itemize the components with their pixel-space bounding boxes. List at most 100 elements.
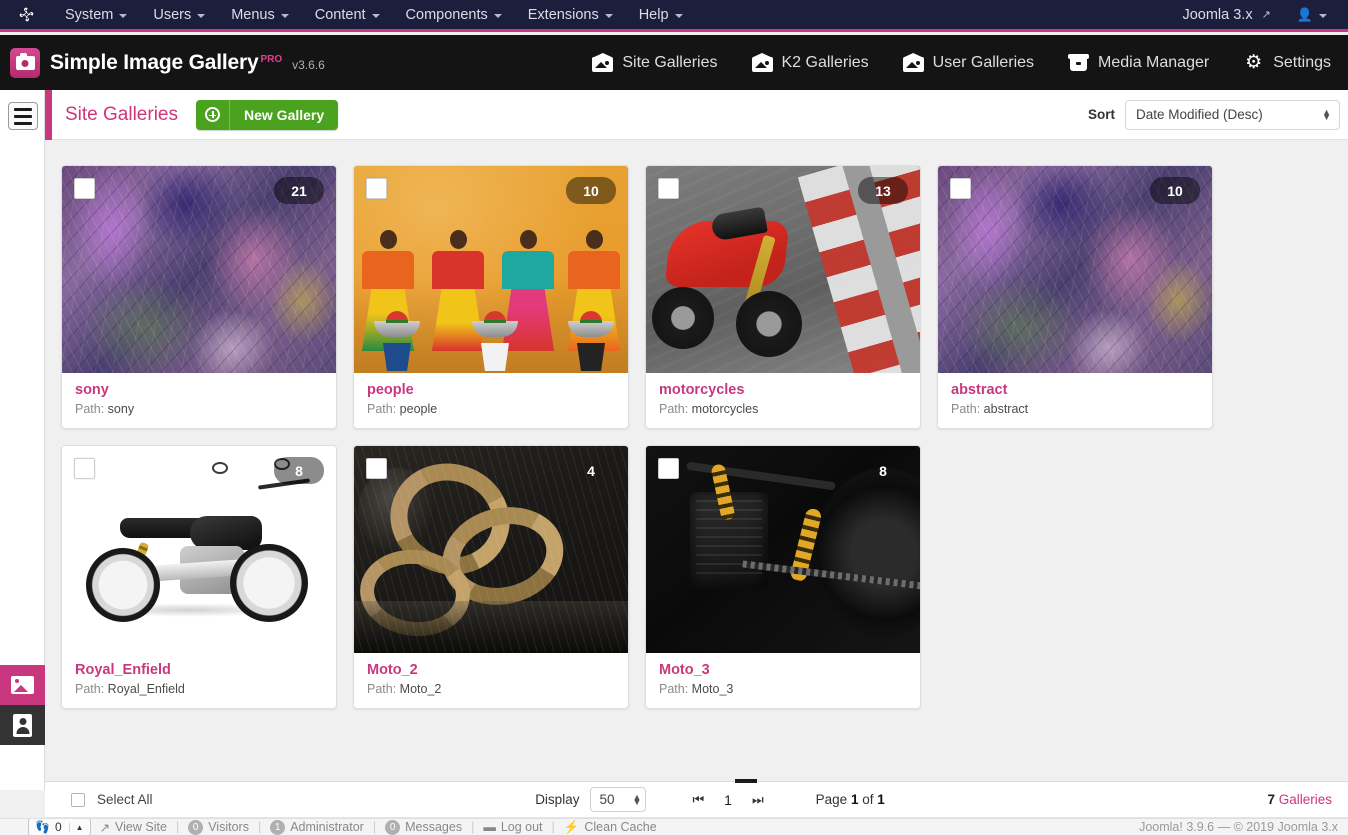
page-info: Page 1 of 1 bbox=[816, 792, 885, 807]
joomla-bar-right: Joomla 3.x ↗ 👤 bbox=[1169, 0, 1348, 29]
nav-settings[interactable]: ⚙ Settings bbox=[1226, 35, 1348, 90]
accent-strip bbox=[45, 90, 52, 140]
image-count-badge: 4 bbox=[587, 462, 595, 479]
status-visitors[interactable]: 0 Visitors bbox=[179, 819, 258, 835]
gallery-checkbox[interactable] bbox=[74, 178, 95, 199]
gallery-card[interactable]: 8 Royal_Enfield Path: Royal_Enfield bbox=[61, 445, 337, 709]
gallery-content: 21 sony Path: sony 10 people Path: peopl… bbox=[45, 141, 1348, 781]
gallery-meta: motorcycles Path: motorcycles bbox=[646, 373, 920, 428]
gallery-path: Path: Moto_2 bbox=[367, 682, 615, 696]
gallery-card[interactable]: 10 abstract Path: abstract bbox=[937, 165, 1213, 429]
menu-item-label: Content bbox=[314, 6, 366, 23]
page-info-of: of bbox=[862, 792, 874, 807]
image-count-badge: 13 bbox=[858, 177, 908, 204]
menu-item-extensions[interactable]: Extensions bbox=[515, 0, 626, 29]
gallery-checkbox[interactable] bbox=[366, 458, 387, 479]
gallery-meta: people Path: people bbox=[354, 373, 628, 428]
status-logout[interactable]: ▬ Log out bbox=[474, 820, 551, 834]
menu-item-components[interactable]: Components bbox=[393, 0, 515, 29]
nav-label: K2 Galleries bbox=[781, 53, 869, 71]
clean-cache-icon: ⚡ bbox=[563, 819, 580, 834]
gallery-name: motorcycles bbox=[659, 382, 745, 398]
site-preview-link[interactable]: Joomla 3.x ↗ bbox=[1169, 0, 1283, 29]
joomla-admin-bar: System Users Menus Content Components Ex… bbox=[0, 0, 1348, 32]
status-messages[interactable]: 0 Messages bbox=[376, 819, 471, 835]
gallery-path: Path: sony bbox=[75, 402, 323, 416]
app-nav: Site Galleries K2 Galleries User Galleri… bbox=[575, 35, 1348, 90]
gallery-checkbox[interactable] bbox=[658, 458, 679, 479]
user-menu-button[interactable]: 👤 bbox=[1284, 0, 1340, 29]
last-page-icon[interactable]: ⏭ bbox=[752, 792, 764, 808]
gallery-icon bbox=[902, 53, 924, 72]
chevron-down-icon bbox=[197, 13, 206, 18]
visitors-toggle[interactable]: 👣 0 ▲ bbox=[28, 819, 91, 835]
menu-item-system[interactable]: System bbox=[52, 0, 140, 29]
gallery-thumbnail[interactable]: 10 bbox=[938, 166, 1212, 373]
app-brand: Simple Image Gallery PRO v3.6.6 bbox=[0, 47, 325, 78]
gallery-thumbnail[interactable]: 8 bbox=[62, 446, 336, 653]
gallery-card[interactable]: 13 motorcycles Path: motorcycles bbox=[645, 165, 921, 429]
select-all-control[interactable]: Select All bbox=[71, 792, 153, 807]
chevron-down-icon bbox=[674, 13, 683, 18]
new-gallery-button[interactable]: New Gallery bbox=[196, 99, 339, 130]
image-count-badge: 21 bbox=[274, 177, 324, 204]
gallery-checkbox[interactable] bbox=[950, 178, 971, 199]
pagination: ⏮ 1 ⏭ bbox=[692, 792, 763, 808]
nav-user-galleries[interactable]: User Galleries bbox=[886, 35, 1051, 90]
gallery-icon bbox=[751, 53, 773, 72]
nav-k2-galleries[interactable]: K2 Galleries bbox=[735, 35, 886, 90]
image-count-badge: 8 bbox=[879, 462, 887, 479]
gallery-checkbox[interactable] bbox=[366, 178, 387, 199]
chevron-down-icon bbox=[371, 13, 380, 18]
image-count-badge: 10 bbox=[566, 177, 616, 204]
nav-label: Media Manager bbox=[1098, 53, 1210, 71]
status-administrator[interactable]: 1 Administrator bbox=[261, 819, 373, 835]
menu-item-menus[interactable]: Menus bbox=[218, 0, 302, 29]
display-label: Display bbox=[535, 792, 580, 807]
camera-icon bbox=[10, 47, 40, 78]
gallery-checkbox[interactable] bbox=[74, 458, 95, 479]
menu-item-content[interactable]: Content bbox=[302, 0, 393, 29]
hamburger-menu-icon[interactable] bbox=[8, 102, 38, 130]
rail-user-button[interactable] bbox=[0, 705, 45, 745]
status-label: Messages bbox=[405, 820, 463, 834]
chevron-down-icon bbox=[119, 13, 128, 18]
gallery-path: Path: Moto_3 bbox=[659, 682, 907, 696]
menu-item-users[interactable]: Users bbox=[140, 0, 218, 29]
joomla-main-menu: System Users Menus Content Components Ex… bbox=[52, 0, 696, 29]
app-title-wrap: Simple Image Gallery PRO v3.6.6 bbox=[50, 51, 325, 75]
gallery-thumbnail[interactable]: 13 bbox=[646, 166, 920, 373]
page-title: Site Galleries bbox=[65, 103, 178, 125]
gallery-card[interactable]: 8 Moto_3 Path: Moto_3 bbox=[645, 445, 921, 709]
gallery-checkbox[interactable] bbox=[658, 178, 679, 199]
gallery-card[interactable]: 4 Moto_2 Path: Moto_2 bbox=[353, 445, 629, 709]
status-view-site[interactable]: ↗ View Site bbox=[91, 820, 176, 835]
menu-item-help[interactable]: Help bbox=[626, 0, 696, 29]
page-number-button[interactable]: 1 bbox=[724, 792, 732, 808]
gallery-total-count: 7 Galleries bbox=[1267, 792, 1332, 807]
path-label: Path: bbox=[659, 402, 689, 416]
list-footer-toolbar: Select All Display 50 ▲ ▼ ⏮ 1 ⏭ Page 1 of… bbox=[45, 781, 1348, 818]
select-all-checkbox[interactable] bbox=[71, 792, 85, 807]
joomla-logo-icon[interactable] bbox=[0, 6, 52, 23]
gallery-thumbnail[interactable]: 8 bbox=[646, 446, 920, 653]
status-label: Administrator bbox=[290, 820, 364, 834]
status-clean-cache[interactable]: ⚡ Clean Cache bbox=[555, 820, 666, 835]
chevron-up-icon: ▲ bbox=[68, 822, 84, 832]
gallery-path: Path: Royal_Enfield bbox=[75, 682, 323, 696]
gallery-card[interactable]: 21 sony Path: sony bbox=[61, 165, 337, 429]
display-select[interactable]: 50 ▲ ▼ bbox=[590, 787, 647, 812]
nav-site-galleries[interactable]: Site Galleries bbox=[575, 35, 734, 90]
gallery-card[interactable]: 10 people Path: people bbox=[353, 165, 629, 429]
chevron-down-icon bbox=[280, 13, 289, 18]
gallery-thumbnail[interactable]: 4 bbox=[354, 446, 628, 653]
gallery-thumbnail[interactable]: 21 bbox=[62, 166, 336, 373]
sort-select[interactable]: Date Modified (Desc) ▲ ▼ bbox=[1125, 99, 1340, 130]
nav-media-manager[interactable]: Media Manager bbox=[1051, 35, 1226, 90]
path-label: Path: bbox=[75, 682, 105, 696]
rail-image-button[interactable] bbox=[0, 665, 45, 705]
gallery-grid: 21 sony Path: sony 10 people Path: peopl… bbox=[45, 141, 1348, 709]
first-page-icon[interactable]: ⏮ bbox=[692, 792, 704, 808]
gallery-thumbnail[interactable]: 10 bbox=[354, 166, 628, 373]
external-link-icon: ↗ bbox=[1261, 9, 1271, 21]
